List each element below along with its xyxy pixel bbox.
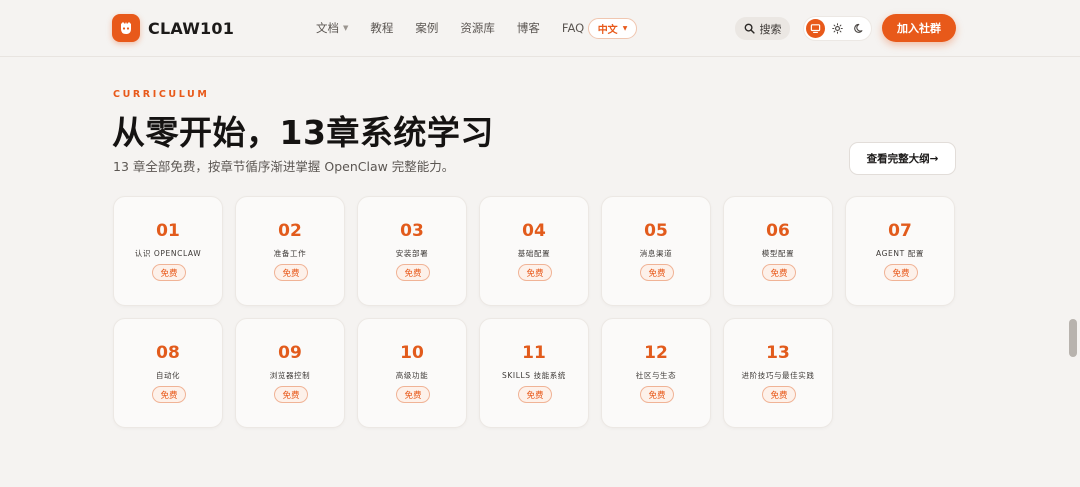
- nav-item-resources[interactable]: 资源库: [460, 20, 495, 36]
- nav-label: 教程: [370, 21, 394, 35]
- chapter-card-09[interactable]: 09 浏览器控制 免费: [235, 318, 345, 428]
- free-badge: 免费: [274, 386, 308, 403]
- chapter-number: 07: [888, 221, 912, 241]
- sun-icon: [832, 23, 843, 34]
- chapter-card-08[interactable]: 08 自动化 免费: [113, 318, 223, 428]
- chapter-number: 01: [156, 221, 180, 241]
- free-badge: 免费: [396, 264, 430, 281]
- chapter-number: 03: [400, 221, 424, 241]
- free-badge: 免费: [762, 264, 796, 281]
- theme-switcher: [803, 16, 872, 41]
- free-badge: 免费: [640, 386, 674, 403]
- view-full-outline-button[interactable]: 查看完整大纲→: [849, 142, 956, 175]
- free-badge: 免费: [152, 386, 186, 403]
- join-community-button[interactable]: 加入社群: [882, 14, 956, 42]
- nav-item-tutorials[interactable]: 教程: [370, 20, 393, 36]
- chapter-number: 10: [400, 343, 424, 363]
- chapter-title: SKILLS 技能系统: [502, 371, 566, 380]
- chapter-card-05[interactable]: 05 消息渠道 免费: [601, 196, 711, 306]
- main-nav: 文档 ▼ 教程 案例 资源库 博客 FAQ: [316, 20, 606, 36]
- chapter-title: 认识 OPENCLAW: [134, 249, 202, 258]
- chapter-number: 09: [278, 343, 302, 363]
- free-badge: 免费: [762, 386, 796, 403]
- page-scrollbar-thumb[interactable]: [1069, 319, 1077, 357]
- chapter-title: 自动化: [155, 371, 181, 380]
- moon-icon: [854, 23, 863, 33]
- chapter-number: 13: [766, 343, 790, 363]
- section-eyebrow: CURRICULUM: [113, 89, 210, 100]
- monitor-icon: [810, 24, 821, 34]
- chapter-number: 06: [766, 221, 790, 241]
- theme-light-button[interactable]: [828, 19, 847, 38]
- theme-system-button[interactable]: [806, 19, 825, 38]
- chapter-card-04[interactable]: 04 基础配置 免费: [479, 196, 589, 306]
- nav-label: 博客: [516, 21, 540, 35]
- chapter-card-01[interactable]: 01 认识 OPENCLAW 免费: [113, 196, 223, 306]
- chapter-title: 浏览器控制: [269, 371, 311, 380]
- chapter-title: 消息渠道: [639, 249, 673, 258]
- chapter-card-12[interactable]: 12 社区与生态 免费: [601, 318, 711, 428]
- search-icon: [744, 23, 755, 34]
- chapter-number: 08: [156, 343, 180, 363]
- chapter-card-11[interactable]: 11 SKILLS 技能系统 免费: [479, 318, 589, 428]
- language-label: 中文: [597, 25, 618, 36]
- free-badge: 免费: [396, 386, 430, 403]
- chapter-title: 进阶技巧与最佳实践: [741, 371, 815, 380]
- chapter-card-13[interactable]: 13 进阶技巧与最佳实践 免费: [723, 318, 833, 428]
- chapter-title: AGENT 配置: [876, 249, 924, 258]
- language-select[interactable]: 中文 ▼: [588, 18, 637, 39]
- chapter-card-07[interactable]: 07 AGENT 配置 免费: [845, 196, 955, 306]
- chapter-number: 11: [522, 343, 546, 363]
- claw-logo-icon: [112, 14, 140, 42]
- chapter-title: 安装部署: [395, 249, 429, 258]
- logo-text: CLAW101: [148, 18, 235, 38]
- chapter-card-06[interactable]: 06 模型配置 免费: [723, 196, 833, 306]
- nav-item-docs[interactable]: 文档 ▼: [316, 20, 348, 36]
- chapter-number: 02: [278, 221, 302, 241]
- chapter-title: 高级功能: [395, 371, 429, 380]
- chevron-down-icon: ▼: [343, 24, 349, 32]
- logo[interactable]: CLAW101: [112, 14, 234, 42]
- free-badge: 免费: [884, 264, 918, 281]
- nav-item-blog[interactable]: 博客: [517, 20, 540, 36]
- chapter-number: 05: [644, 221, 668, 241]
- chapter-card-10[interactable]: 10 高级功能 免费: [357, 318, 467, 428]
- nav-item-faq[interactable]: FAQ: [562, 21, 584, 35]
- chapter-title: 准备工作: [273, 249, 307, 258]
- chapter-number: 04: [522, 221, 546, 241]
- chapter-number: 12: [644, 343, 668, 363]
- chapter-card-03[interactable]: 03 安装部署 免费: [357, 196, 467, 306]
- page-subtitle: 13 章全部免费，按章节循序渐进掌握 OpenClaw 完整能力。: [113, 159, 455, 174]
- nav-item-cases[interactable]: 案例: [415, 20, 438, 36]
- chapter-card-02[interactable]: 02 准备工作 免费: [235, 196, 345, 306]
- free-badge: 免费: [518, 386, 552, 403]
- nav-label: FAQ: [561, 21, 585, 35]
- theme-dark-button[interactable]: [850, 19, 869, 38]
- site-header: CLAW101 文档 ▼ 教程 案例 资源库 博客 FAQ 中文 ▼ 搜索 加入…: [0, 0, 1080, 57]
- free-badge: 免费: [640, 264, 674, 281]
- page-title: 从零开始，13章系统学习: [112, 113, 494, 152]
- chapter-title: 模型配置: [761, 249, 795, 258]
- free-badge: 免费: [152, 264, 186, 281]
- search-button[interactable]: 搜索: [735, 17, 790, 40]
- chapter-title: 社区与生态: [635, 371, 677, 380]
- chapter-title: 基础配置: [517, 249, 551, 258]
- free-badge: 免费: [518, 264, 552, 281]
- nav-label: 案例: [415, 21, 439, 35]
- free-badge: 免费: [274, 264, 308, 281]
- nav-label: 资源库: [460, 21, 495, 35]
- nav-label: 文档: [316, 21, 339, 35]
- chevron-down-icon: ▼: [622, 25, 628, 32]
- search-label: 搜索: [759, 22, 782, 36]
